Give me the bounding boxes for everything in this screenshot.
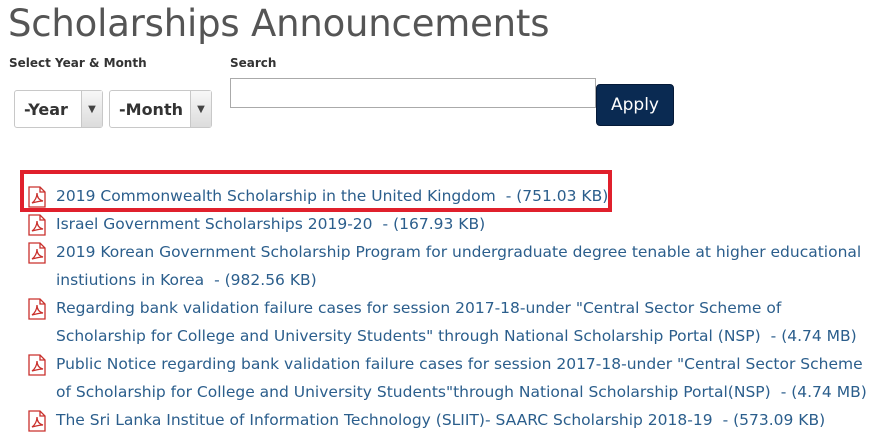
announcement-link[interactable]: The Sri Lanka Institue of Information Te…	[56, 411, 713, 429]
year-month-label: Select Year & Month	[9, 56, 147, 70]
month-select-value: -Month	[119, 99, 183, 119]
month-select[interactable]: -Month ▼	[109, 90, 212, 128]
announcement-link[interactable]: Regarding bank validation failure cases …	[56, 299, 781, 345]
pdf-icon[interactable]	[28, 298, 46, 320]
search-input[interactable]	[230, 78, 596, 108]
pdf-icon[interactable]	[28, 410, 46, 432]
pdf-icon[interactable]	[28, 242, 46, 264]
search-label: Search	[230, 56, 277, 70]
announcement-link[interactable]: Israel Government Scholarships 2019-20	[56, 215, 373, 233]
announcement-link[interactable]: 2019 Commonwealth Scholarship in the Uni…	[56, 187, 496, 205]
list-item: The Sri Lanka Institue of Information Te…	[28, 406, 873, 434]
year-select[interactable]: -Year ▼	[14, 90, 103, 128]
page-title: Scholarships Announcements	[8, 2, 550, 45]
pdf-icon[interactable]	[28, 214, 46, 236]
apply-button[interactable]: Apply	[596, 84, 674, 126]
announcement-link[interactable]: 2019 Korean Government Scholarship Progr…	[56, 243, 861, 289]
file-size: - (982.56 KB)	[214, 271, 317, 289]
pdf-icon[interactable]	[28, 186, 46, 208]
year-select-value: -Year	[24, 99, 68, 119]
chevron-down-icon[interactable]: ▼	[190, 91, 211, 127]
announcement-list: 2019 Commonwealth Scholarship in the Uni…	[28, 182, 873, 434]
list-item: 2019 Korean Government Scholarship Progr…	[28, 238, 873, 294]
file-size: - (167.93 KB)	[382, 215, 486, 233]
chevron-down-icon[interactable]: ▼	[81, 91, 102, 127]
file-size: - (4.74 MB)	[780, 383, 867, 401]
file-size: - (573.09 KB)	[722, 411, 826, 429]
file-size: - (751.03 KB)	[505, 187, 609, 205]
pdf-icon[interactable]	[28, 354, 46, 376]
list-item: Public Notice regarding bank validation …	[28, 350, 873, 406]
list-item: Regarding bank validation failure cases …	[28, 294, 873, 350]
list-item: 2019 Commonwealth Scholarship in the Uni…	[28, 182, 873, 210]
announcement-link[interactable]: Public Notice regarding bank validation …	[56, 355, 863, 401]
list-item: Israel Government Scholarships 2019-20 - …	[28, 210, 873, 238]
file-size: - (4.74 MB)	[770, 327, 857, 345]
